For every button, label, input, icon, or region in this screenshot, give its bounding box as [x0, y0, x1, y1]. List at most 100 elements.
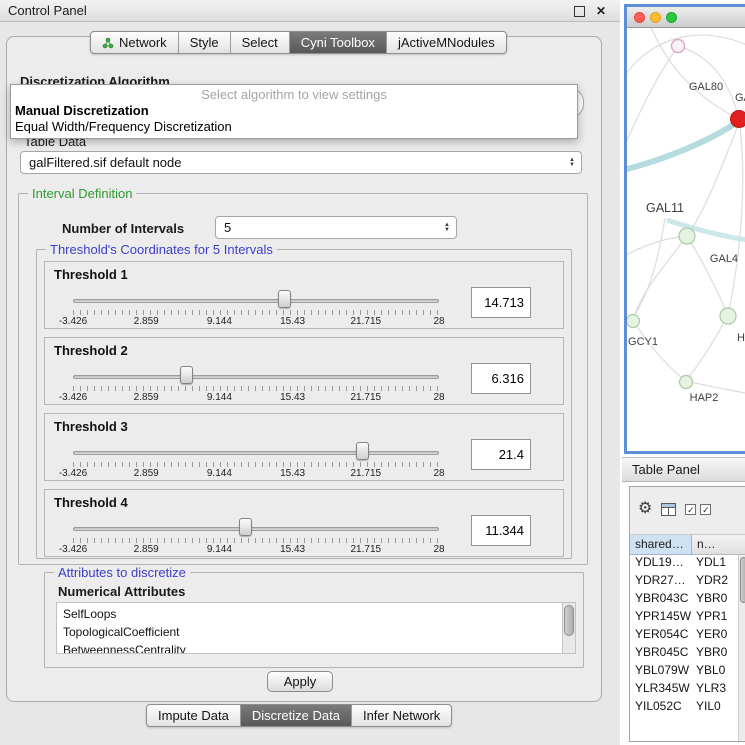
node-label: GCY1	[628, 336, 658, 348]
tick-label: 9.144	[207, 544, 232, 555]
top-tab-bar: Network Style Select Cyni Toolbox jActiv…	[90, 31, 507, 54]
cell-shared-name[interactable]: YBR045C	[630, 645, 692, 663]
dropdown-prompt-item: Select algorithm to view settings	[11, 87, 577, 103]
slider-thumb[interactable]	[239, 518, 252, 536]
tab-cyni-toolbox[interactable]: Cyni Toolbox	[290, 32, 387, 53]
cell-shared-name[interactable]: YLR345W	[630, 681, 692, 699]
column-header-name[interactable]: n…	[692, 535, 745, 555]
table-row[interactable]: YIL052CYIL0	[630, 699, 745, 717]
table-row[interactable]: YBR043CYBR0	[630, 591, 745, 609]
threshold-value-field[interactable]: 11.344	[471, 515, 531, 546]
threshold-panel: Threshold 4-3.4262.8599.14415.4321.71528…	[44, 489, 564, 557]
tick-label: -3.426	[59, 392, 87, 403]
node-gal80[interactable]	[672, 40, 685, 53]
cell-shared-name[interactable]: YBR043C	[630, 591, 692, 609]
float-window-icon[interactable]	[572, 4, 586, 18]
cell-shared-name[interactable]: YER054C	[630, 627, 692, 645]
tab-select[interactable]: Select	[231, 32, 290, 53]
tick-label: -3.426	[59, 468, 87, 479]
control-panel: Control Panel ✕ Network Style Select Cyn…	[0, 0, 620, 745]
zoom-window-icon[interactable]	[666, 12, 677, 23]
tick-label: 28	[433, 468, 444, 479]
tick-label: 2.859	[134, 392, 159, 403]
slider-thumb[interactable]	[180, 366, 193, 384]
table-row[interactable]: YPR145WYPR1	[630, 609, 745, 627]
tab-network[interactable]: Network	[91, 32, 179, 53]
combo-arrows-icon: ▲ ▼	[444, 223, 450, 233]
attributes-group-title: Attributes to discretize	[54, 565, 190, 580]
scrollbar-thumb[interactable]	[740, 557, 745, 603]
minimize-window-icon[interactable]	[650, 12, 661, 23]
tab-infer-network[interactable]: Infer Network	[352, 705, 451, 726]
scrollbar-thumb[interactable]	[564, 605, 574, 636]
cell-shared-name[interactable]: YIL052C	[630, 699, 692, 717]
show-columns-icon[interactable]	[661, 503, 676, 516]
apply-button[interactable]: Apply	[267, 671, 333, 692]
node-selected-red[interactable]	[731, 111, 745, 128]
option-manual-discretization[interactable]: Manual Discretization	[11, 103, 577, 119]
threshold-value-field[interactable]: 6.316	[471, 363, 531, 394]
number-of-intervals-combobox[interactable]: 5 ▲ ▼	[215, 216, 457, 239]
node-label: HAP2	[690, 392, 719, 404]
table-row[interactable]: YDR27…YDR2	[630, 573, 745, 591]
highlighted-edge	[627, 122, 737, 171]
select-all-checkbox-icon[interactable]: ✓	[685, 504, 696, 515]
network-canvas[interactable]: GAL80 GA… GAL11 GAL4 GCY1 H… HAP2	[627, 28, 745, 451]
tab-select-label: Select	[242, 35, 278, 50]
table-scrollbar[interactable]	[738, 555, 745, 741]
select-none-checkbox-icon[interactable]: ✓	[700, 504, 711, 515]
tab-discretize-data[interactable]: Discretize Data	[241, 705, 352, 726]
attributes-list-items: SelfLoopsTopologicalCoefficientBetweenne…	[57, 603, 561, 653]
list-scrollbar[interactable]	[562, 603, 575, 653]
node-label: GAL4	[710, 253, 738, 265]
attribute-item[interactable]: BetweennessCentrality	[63, 641, 561, 654]
table-header-row: shared… n…	[630, 535, 745, 555]
threshold-slider[interactable]: -3.4262.8599.14415.4321.71528	[67, 514, 445, 554]
slider-thumb[interactable]	[278, 290, 291, 308]
threshold-value-field[interactable]: 21.4	[471, 439, 531, 470]
cell-shared-name[interactable]: YDR27…	[630, 573, 692, 591]
table-row[interactable]: YBR045CYBR0	[630, 645, 745, 663]
close-window-icon[interactable]	[634, 12, 645, 23]
slider-ticks	[73, 310, 439, 315]
attribute-item[interactable]: TopologicalCoefficient	[63, 623, 561, 641]
close-panel-icon[interactable]: ✕	[594, 4, 608, 18]
table-row[interactable]: YLR345WYLR3	[630, 681, 745, 699]
node-hap2[interactable]	[680, 376, 693, 389]
tick-label: 2.859	[134, 316, 159, 327]
table-row[interactable]: YDL19…YDL1	[630, 555, 745, 573]
tab-impute-data[interactable]: Impute Data	[147, 705, 241, 726]
cell-shared-name[interactable]: YPR145W	[630, 609, 692, 627]
tab-infer-network-label: Infer Network	[363, 708, 440, 723]
node-label: GAL80	[689, 81, 723, 93]
tick-label: 9.144	[207, 468, 232, 479]
slider-tick-labels: -3.4262.8599.14415.4321.71528	[73, 468, 439, 479]
table-row[interactable]: YBL079WYBL0	[630, 663, 745, 681]
node-gcy1[interactable]	[627, 315, 640, 328]
threshold-slider[interactable]: -3.4262.8599.14415.4321.71528	[67, 362, 445, 402]
numerical-attributes-list[interactable]: SelfLoopsTopologicalCoefficientBetweenne…	[56, 602, 576, 654]
option-equal-width-frequency[interactable]: Equal Width/Frequency Discretization	[11, 119, 577, 135]
slider-ticks	[73, 386, 439, 391]
slider-thumb[interactable]	[356, 442, 369, 460]
tick-label: 2.859	[134, 544, 159, 555]
column-header-shared-name[interactable]: shared…	[630, 535, 692, 555]
attribute-item[interactable]: SelfLoops	[63, 605, 561, 623]
cell-shared-name[interactable]: YBL079W	[630, 663, 692, 681]
node-green[interactable]	[679, 228, 695, 244]
tab-style[interactable]: Style	[179, 32, 231, 53]
slider-tick-labels: -3.4262.8599.14415.4321.71528	[73, 544, 439, 555]
table-data-combobox[interactable]: galFiltered.sif default node ▲ ▼	[20, 151, 582, 174]
tab-jactivemnodules[interactable]: jActiveMNodules	[387, 32, 506, 53]
cell-shared-name[interactable]: YDL19…	[630, 555, 692, 573]
threshold-value-field[interactable]: 14.713	[471, 287, 531, 318]
table-options-gear-icon[interactable]: ⚙	[638, 501, 652, 517]
network-view-window: GAL80 GA… GAL11 GAL4 GCY1 H… HAP2	[624, 4, 745, 454]
threshold-slider[interactable]: -3.4262.8599.14415.4321.71528	[67, 286, 445, 326]
tick-label: 21.715	[351, 316, 382, 327]
threshold-slider[interactable]: -3.4262.8599.14415.4321.71528	[67, 438, 445, 478]
table-row[interactable]: YER054CYER0	[630, 627, 745, 645]
table-rows: YDL19…YDL1YDR27…YDR2YBR043CYBR0YPR145WYP…	[630, 555, 745, 741]
tab-network-label: Network	[119, 35, 167, 50]
node-green[interactable]	[720, 308, 736, 324]
